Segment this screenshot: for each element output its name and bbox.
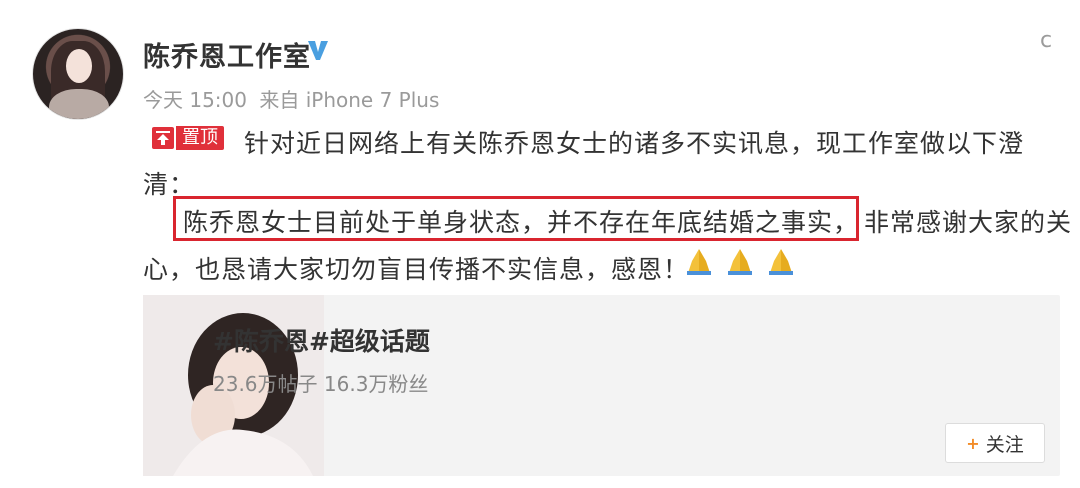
- praying-hands-emoji: [687, 249, 711, 275]
- pin-label: 置顶: [176, 126, 224, 150]
- praying-hands-emoji: [728, 249, 753, 275]
- post-time[interactable]: 今天 15:00: [143, 88, 247, 112]
- plus-icon: +: [966, 433, 980, 453]
- author-avatar[interactable]: [32, 28, 124, 120]
- follow-button[interactable]: + 关注: [945, 423, 1045, 463]
- author-name[interactable]: 陈乔恩工作室: [143, 35, 311, 74]
- post-text-line1: 针对近日网络上有关陈乔恩女士的诸多不实讯息，现工作室做以下澄: [244, 129, 1025, 158]
- avatar-dress: [49, 89, 109, 119]
- corner-mark: c: [1040, 28, 1053, 53]
- topic-card-title[interactable]: #陈乔恩#超级话题: [213, 322, 430, 358]
- highlight-box: [173, 196, 859, 241]
- verified-v-icon: [308, 41, 328, 60]
- pin-icon: [152, 127, 174, 149]
- post-text-line4: 心，也恳请大家切勿盲目传播不实信息，感恩！: [143, 255, 690, 284]
- post-meta: 今天 15:00 来自 iPhone 7 Plus: [143, 84, 445, 113]
- follow-button-label: 关注: [985, 433, 1024, 456]
- praying-hands-emoji-group: [683, 247, 801, 279]
- topic-card-stats: 23.6万帖子 16.3万粉丝: [213, 372, 429, 396]
- post-source: 来自 iPhone 7 Plus: [259, 88, 440, 112]
- post-text-line3-rest: 非常感谢大家的关: [864, 208, 1073, 237]
- pin-arrow-icon: [156, 131, 170, 145]
- avatar-face: [66, 49, 92, 83]
- praying-hands-emoji: [769, 249, 794, 275]
